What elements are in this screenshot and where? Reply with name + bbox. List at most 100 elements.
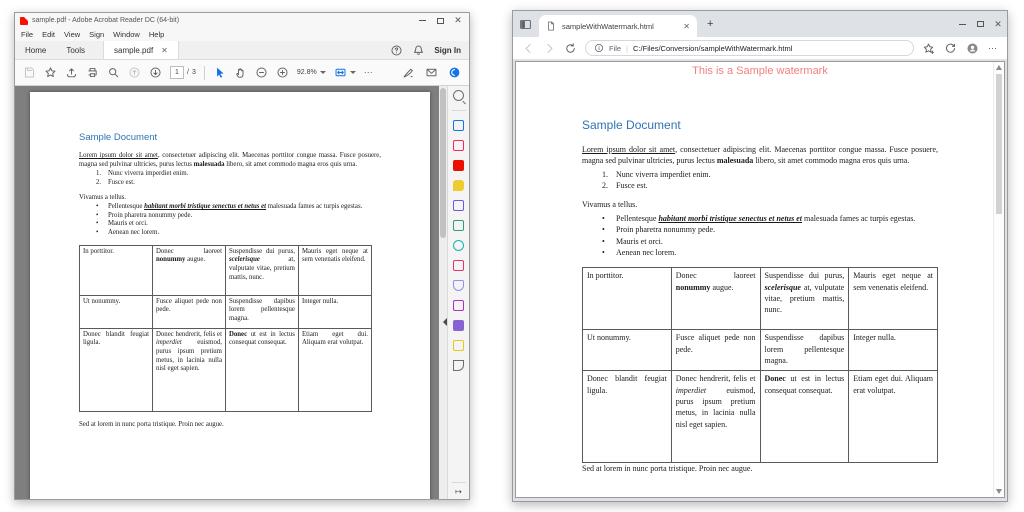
vertical-scrollbar[interactable]: [439, 86, 447, 499]
close-button[interactable]: ✕: [449, 14, 467, 28]
comment-icon[interactable]: [453, 180, 464, 191]
paragraph-vivamus: Vivamus a tellus.: [79, 194, 381, 203]
refresh-icon[interactable]: [564, 42, 577, 55]
notification-bell-icon[interactable]: [412, 44, 425, 57]
measure-icon[interactable]: [453, 360, 464, 371]
new-tab-button[interactable]: +: [707, 18, 713, 30]
bullet-list: Pellentesque habitant morbi tristique se…: [602, 213, 938, 258]
scrollbar-thumb[interactable]: [996, 74, 1002, 214]
document-heading: Sample Document: [582, 117, 938, 134]
list-item: 1.Nunc viverra imperdiet enim.: [96, 170, 381, 179]
address-bar[interactable]: File | C:/Files/Conversion/sampleWithWat…: [585, 40, 914, 56]
edit-pdf-icon[interactable]: [453, 160, 464, 171]
search-tools-icon[interactable]: [453, 90, 464, 101]
tab-home[interactable]: Home: [15, 41, 56, 59]
info-icon[interactable]: [594, 43, 604, 53]
table-cell: Suspendisse dui purus, scelerisque at, v…: [760, 268, 849, 330]
close-button[interactable]: ✕: [989, 17, 1007, 31]
forward-icon[interactable]: [543, 42, 556, 55]
table-cell: Donec blandit feugiat ligula.: [80, 328, 153, 411]
certificates-icon[interactable]: [453, 320, 464, 331]
create-pdf-icon[interactable]: [453, 140, 464, 151]
hand-tool-icon[interactable]: [234, 66, 247, 79]
menu-item-help[interactable]: Help: [149, 30, 164, 39]
combine-files-icon[interactable]: [453, 200, 464, 211]
email-icon[interactable]: [425, 66, 438, 79]
acrobat-menubar: File Edit View Sign Window Help: [15, 28, 469, 41]
vertical-scrollbar[interactable]: [993, 62, 1004, 497]
sign-in-button[interactable]: Sign In: [434, 46, 461, 55]
scroll-down-icon[interactable]: [996, 489, 1002, 494]
stamp-icon[interactable]: [453, 340, 464, 351]
scan-ocr-icon[interactable]: [453, 240, 464, 251]
back-icon[interactable]: [522, 42, 535, 55]
table-cell: Suspendisse dapibus lorem pellentesque m…: [760, 330, 849, 371]
tab-document[interactable]: sample.pdf ✕: [103, 41, 179, 59]
tab-document-label: sample.pdf: [114, 46, 153, 55]
fill-sign-icon[interactable]: [453, 260, 464, 271]
select-tool-icon[interactable]: [213, 66, 226, 79]
table-cell: Etiam eget dui. Aliquam erat volutpat.: [298, 328, 371, 411]
help-icon[interactable]: [390, 44, 403, 57]
protect-icon[interactable]: [453, 280, 464, 291]
zoom-in-icon[interactable]: [276, 66, 289, 79]
export-pdf-icon[interactable]: [453, 120, 464, 131]
save-icon[interactable]: [23, 66, 36, 79]
close-document-icon[interactable]: ✕: [161, 46, 168, 55]
more-tools-icon[interactable]: ⋯: [364, 67, 374, 78]
close-tab-icon[interactable]: ✕: [683, 22, 690, 31]
page-up-icon[interactable]: [128, 66, 141, 79]
acrobat-tabbar: Home Tools sample.pdf ✕ Sign In: [15, 41, 469, 60]
scrollbar-thumb[interactable]: [440, 88, 446, 238]
page-down-icon[interactable]: [149, 66, 162, 79]
favorites-star-icon[interactable]: [922, 42, 935, 55]
redact-icon[interactable]: [453, 300, 464, 311]
page-separator: /: [187, 69, 189, 76]
browser-tab-title: sampleWithWatermark.html: [562, 22, 677, 31]
zoom-level-dropdown[interactable]: 92.8%: [297, 69, 326, 76]
profile-avatar[interactable]: [966, 42, 979, 55]
maximize-button[interactable]: [971, 17, 989, 31]
menu-item-window[interactable]: Window: [113, 30, 140, 39]
table-cell: Donec laoreet nonummy augue.: [152, 245, 225, 295]
tab-tools[interactable]: Tools: [56, 41, 95, 59]
print-icon[interactable]: [86, 66, 99, 79]
list-item: 1.Nunc viverra imperdiet enim.: [602, 169, 938, 180]
share-upload-icon[interactable]: [65, 66, 78, 79]
search-icon[interactable]: [107, 66, 120, 79]
menu-item-edit[interactable]: Edit: [42, 30, 55, 39]
browser-tab[interactable]: sampleWithWatermark.html ✕: [539, 15, 697, 37]
document-cloud-icon[interactable]: [448, 66, 461, 79]
sign-pen-icon[interactable]: [402, 66, 415, 79]
menu-item-view[interactable]: View: [64, 30, 80, 39]
acrobat-content-area: Sample Document Lorem ipsum dolor sit am…: [15, 86, 469, 499]
browser-content-area[interactable]: This is a Sample watermark Sample Docume…: [515, 61, 1005, 498]
maximize-button[interactable]: [431, 14, 449, 28]
table-row: Ut nonummy. Fusce aliquet pede non pede.…: [583, 330, 938, 371]
organize-pages-icon[interactable]: [453, 220, 464, 231]
minimize-button[interactable]: [413, 14, 431, 28]
table-cell: Integer nulla.: [298, 295, 371, 328]
browser-essentials-icon[interactable]: [944, 42, 957, 55]
menu-item-file[interactable]: File: [21, 30, 33, 39]
menu-item-sign[interactable]: Sign: [89, 30, 104, 39]
pdf-page[interactable]: Sample Document Lorem ipsum dolor sit am…: [30, 92, 430, 499]
page-number-input[interactable]: 1: [170, 66, 184, 79]
table-cell: Fusce aliquet pede non pede.: [152, 295, 225, 328]
document-body: Sample Document Lorem ipsum dolor sit am…: [30, 92, 430, 429]
tab-actions-icon[interactable]: [519, 18, 532, 31]
scroll-up-icon[interactable]: [996, 65, 1002, 70]
browser-titlebar[interactable]: sampleWithWatermark.html ✕ + ✕: [513, 11, 1007, 37]
page-number-control: 1 / 3: [170, 66, 196, 79]
table-cell: Mauris eget neque at sem venenatis eleif…: [298, 245, 371, 295]
settings-menu-icon[interactable]: ⋯: [988, 43, 998, 54]
minimize-button[interactable]: [953, 17, 971, 31]
zoom-out-icon[interactable]: [255, 66, 268, 79]
table-cell: Donec ut est in lectus consequat consequ…: [760, 371, 849, 463]
expand-panel-icon[interactable]: ↦: [455, 487, 462, 496]
acrobat-titlebar[interactable]: sample.pdf - Adobe Acrobat Reader DC (64…: [15, 13, 469, 28]
fit-width-dropdown[interactable]: [334, 66, 356, 79]
star-icon[interactable]: [44, 66, 57, 79]
pdf-viewport[interactable]: Sample Document Lorem ipsum dolor sit am…: [15, 86, 439, 499]
collapse-panel-icon[interactable]: [443, 318, 447, 326]
